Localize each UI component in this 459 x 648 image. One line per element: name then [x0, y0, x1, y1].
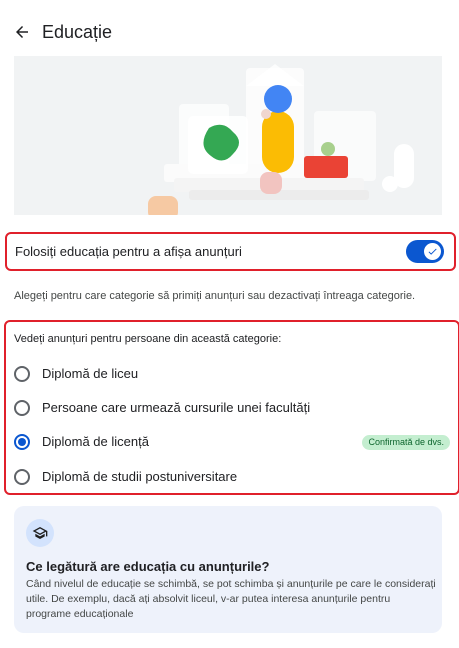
radio-label: Diplomă de liceu [42, 366, 139, 381]
radio-button[interactable] [14, 366, 30, 382]
page-title: Educație [42, 22, 113, 42]
graduation-cap-icon [32, 527, 48, 539]
category-radio-group: Vedeți anunțuri pentru persoane din acea… [4, 320, 459, 495]
info-card-title: Ce legătură are educația cu anunțurile? [26, 559, 270, 574]
back-button[interactable] [8, 18, 36, 46]
switch-knob [424, 243, 441, 260]
radio-option-high-school[interactable]: Diplomă de liceu [6, 359, 458, 389]
radio-button[interactable] [14, 400, 30, 416]
radio-group-heading: Vedeți anunțuri pentru persoane din acea… [14, 333, 282, 345]
radio-label: Diplomă de studii postuniversitare [42, 469, 238, 484]
radio-button-selected[interactable] [14, 434, 30, 450]
radio-label: Persoane care urmează cursurile unei fac… [42, 400, 311, 415]
radio-option-postgraduate[interactable]: Diplomă de studii postuniversitare [6, 462, 458, 492]
toggle-label: Folosiți educația pentru a afișa anunțur… [15, 244, 242, 259]
confirmed-badge: Confirmată de dvs. [362, 435, 450, 450]
check-icon [428, 248, 437, 255]
arrow-back-icon [16, 26, 28, 38]
info-card: Ce legătură are educația cu anunțurile? … [14, 506, 442, 633]
info-icon-circle [26, 519, 54, 547]
radio-option-bachelor[interactable]: Diplomă de licență Confirmată de dvs. [6, 427, 458, 457]
radio-button[interactable] [14, 469, 30, 485]
radio-label: Diplomă de licență [42, 434, 149, 449]
helper-text: Alegeți pentru care categorie să primiți… [14, 290, 416, 302]
education-illustration [14, 56, 442, 215]
education-ads-switch[interactable] [406, 240, 444, 263]
radio-option-college-student[interactable]: Persoane care urmează cursurile unei fac… [6, 393, 458, 423]
use-education-toggle-row[interactable]: Folosiți educația pentru a afișa anunțur… [5, 232, 456, 271]
hero-illustration [14, 56, 442, 215]
info-card-body: Când nivelul de educație se schimbă, se … [26, 578, 436, 620]
page-header: Educație [0, 0, 459, 64]
